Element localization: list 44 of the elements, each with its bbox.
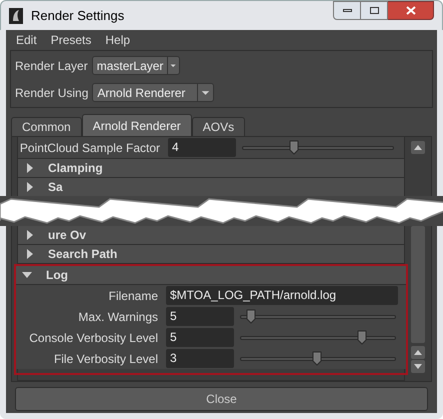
app-icon bbox=[9, 8, 23, 24]
tab[interactable]: Common bbox=[11, 117, 82, 136]
text-field[interactable]: $MTOA_LOG_PATH/arnold.log bbox=[166, 286, 398, 305]
section-header[interactable]: Search Path bbox=[18, 245, 404, 264]
section-header[interactable]: ure Ov bbox=[18, 226, 404, 245]
slider-handle[interactable] bbox=[312, 350, 322, 366]
close-icon bbox=[406, 6, 416, 15]
up-arrow-icon bbox=[414, 145, 422, 150]
slider-handle[interactable] bbox=[246, 308, 256, 324]
tab[interactable]: AOVs bbox=[192, 117, 246, 136]
close-window-button[interactable] bbox=[388, 1, 434, 20]
section-header[interactable]: Sa bbox=[18, 178, 404, 196]
field-label: Console Verbosity Level bbox=[28, 330, 159, 346]
scroll-down-button[interactable] bbox=[411, 360, 425, 373]
expanded-arrow-icon[interactable] bbox=[22, 271, 32, 279]
field-label: Max. Warnings bbox=[77, 308, 159, 326]
slider-handle[interactable] bbox=[288, 140, 299, 154]
down-arrow-icon bbox=[414, 364, 422, 369]
field-label: Filename bbox=[108, 288, 159, 304]
menu-item[interactable]: Edit bbox=[16, 31, 37, 49]
menu-item[interactable]: Presets bbox=[50, 31, 92, 49]
scroll-up-button[interactable] bbox=[411, 346, 425, 359]
number-field[interactable]: 3 bbox=[166, 349, 234, 368]
maximize-button[interactable] bbox=[361, 1, 388, 20]
minimize-button[interactable] bbox=[333, 1, 361, 20]
dropdown[interactable]: masterLayer bbox=[92, 56, 180, 75]
close-button[interactable]: Close bbox=[15, 387, 428, 411]
slider-handle[interactable] bbox=[356, 330, 367, 344]
window-title: Render Settings bbox=[31, 6, 124, 25]
section-header[interactable]: Log bbox=[16, 266, 406, 285]
menu-item[interactable]: Help bbox=[105, 31, 130, 49]
tab[interactable]: Arnold Renderer bbox=[82, 114, 192, 136]
scrollbar-thumb[interactable] bbox=[411, 226, 425, 343]
section-header[interactable]: Clamping bbox=[18, 159, 404, 178]
field-label: PointCloud Sample Factor bbox=[18, 140, 161, 156]
scroll-up-button[interactable] bbox=[411, 141, 425, 154]
number-field[interactable]: 5 bbox=[166, 307, 234, 326]
field-label: File Verbosity Level bbox=[52, 350, 159, 368]
dropdown[interactable]: Arnold Renderer bbox=[92, 83, 214, 102]
number-field[interactable]: 4 bbox=[168, 138, 236, 157]
up-arrow-icon bbox=[414, 350, 422, 355]
selector-label: Render Layer bbox=[15, 58, 88, 74]
number-field[interactable]: 5 bbox=[166, 328, 234, 347]
selector-label: Render Using bbox=[15, 84, 88, 102]
